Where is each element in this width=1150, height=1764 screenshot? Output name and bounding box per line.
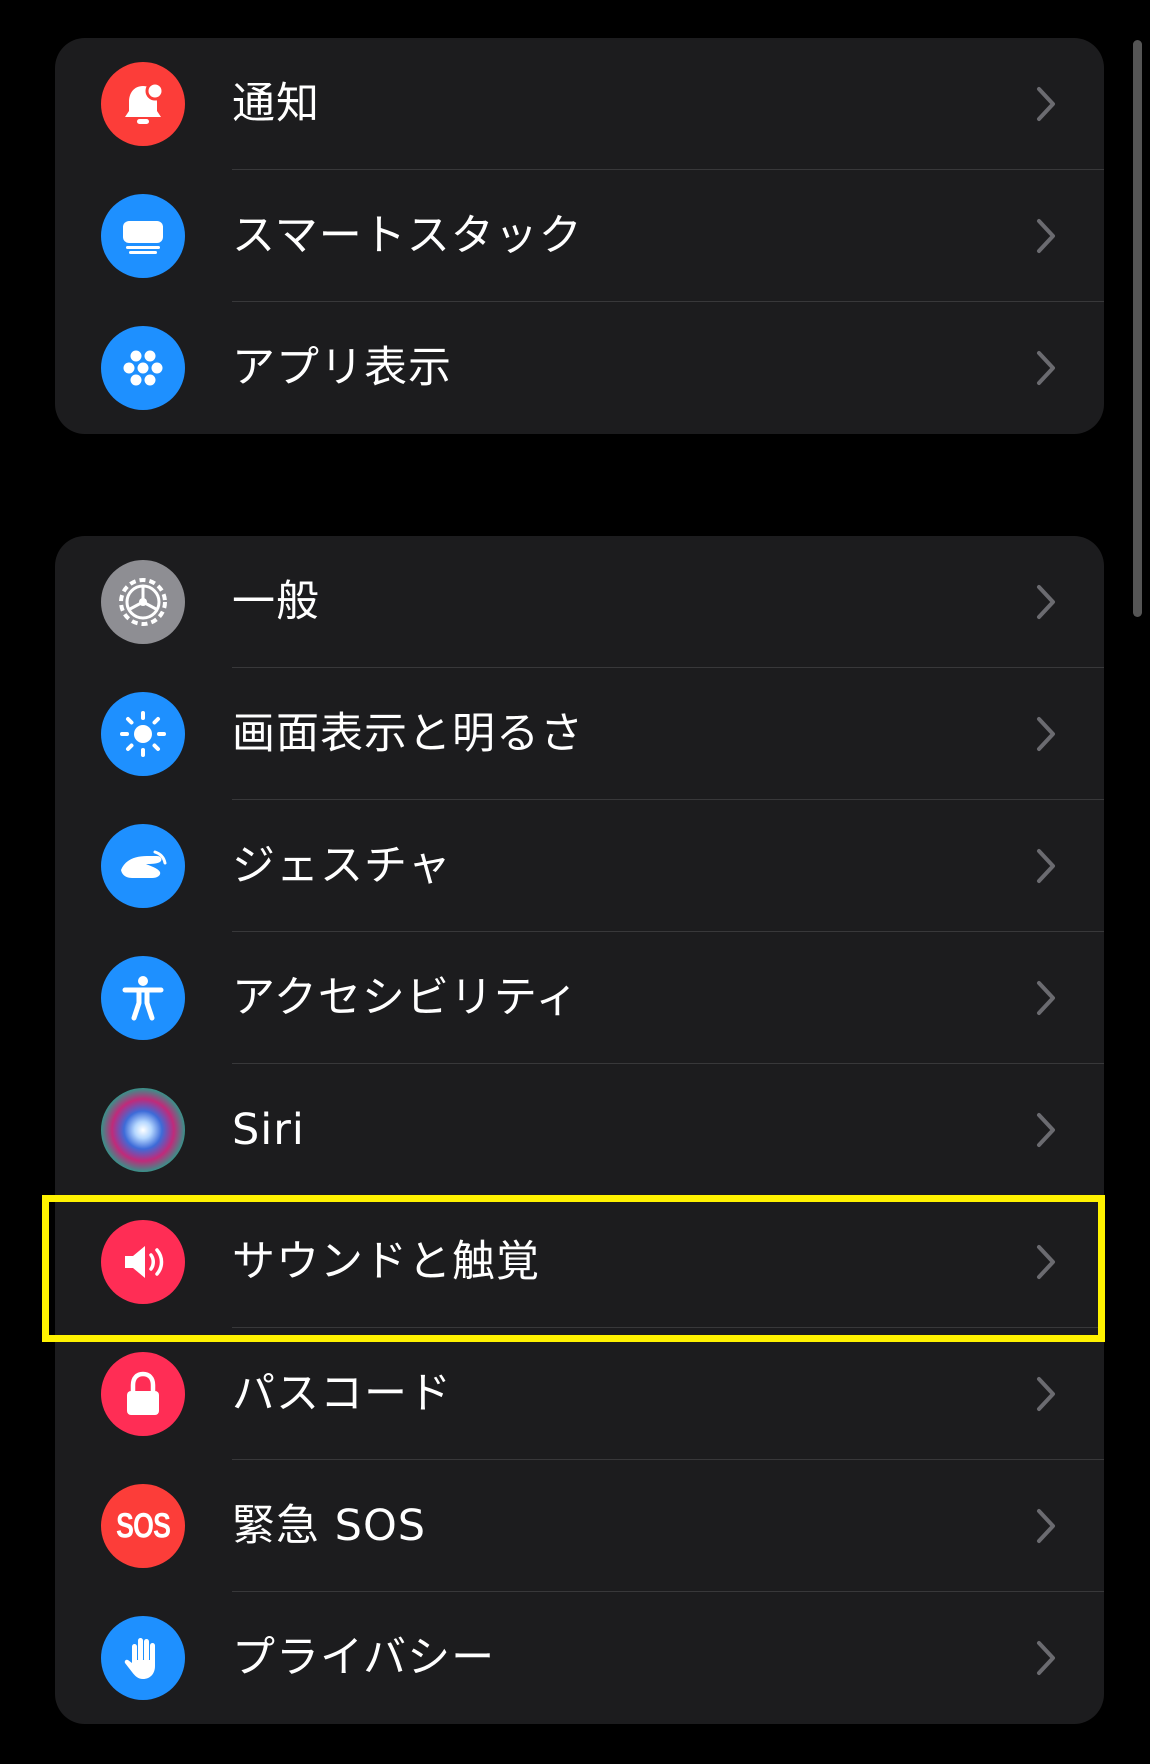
settings-row-label: アクセシビリティ: [232, 973, 580, 1023]
gear-icon: [101, 560, 185, 644]
settings-row-emergency-sos[interactable]: SOS 緊急 SOS: [55, 1460, 1104, 1592]
settings-row-label: 画面表示と明るさ: [232, 709, 584, 759]
chevron-right-icon: [1037, 1641, 1055, 1675]
gesture-hand-icon: [101, 824, 185, 908]
settings-row-siri[interactable]: Siri: [55, 1064, 1104, 1196]
chevron-right-icon: [1037, 981, 1055, 1015]
settings-row-label: Siri: [232, 1105, 305, 1155]
chevron-right-icon: [1037, 219, 1055, 253]
settings-row-label: ジェスチャ: [232, 841, 452, 891]
chevron-right-icon: [1037, 87, 1055, 121]
settings-row-privacy[interactable]: プライバシー: [55, 1592, 1104, 1724]
settings-group-main: 一般 画面表示と明るさ ジェスチャ アクセシビリティ Siri サウンドと触覚 …: [55, 536, 1104, 1724]
highlight-box: [42, 1195, 1105, 1342]
chevron-right-icon: [1037, 1113, 1055, 1147]
settings-row-gestures[interactable]: ジェスチャ: [55, 800, 1104, 932]
settings-row-display-brightness[interactable]: 画面表示と明るさ: [55, 668, 1104, 800]
chevron-right-icon: [1037, 1509, 1055, 1543]
chevron-right-icon: [1037, 849, 1055, 883]
chevron-right-icon: [1037, 585, 1055, 619]
settings-group-top: 通知 スマートスタック アプリ表示: [55, 38, 1104, 434]
settings-row-label: 一般: [232, 577, 320, 627]
brightness-sun-icon: [101, 692, 185, 776]
app-grid-icon: [101, 326, 185, 410]
settings-row-label: 通知: [232, 79, 320, 129]
sos-icon: SOS: [101, 1484, 185, 1568]
settings-row-notifications[interactable]: 通知: [55, 38, 1104, 170]
privacy-hand-icon: [101, 1616, 185, 1700]
smart-stack-icon: [101, 194, 185, 278]
settings-row-label: 緊急 SOS: [232, 1501, 427, 1551]
chevron-right-icon: [1037, 1377, 1055, 1411]
settings-row-app-view[interactable]: アプリ表示: [55, 302, 1104, 434]
settings-row-general[interactable]: 一般: [55, 536, 1104, 668]
chevron-right-icon: [1037, 351, 1055, 385]
notification-bell-icon: [101, 62, 185, 146]
settings-row-label: スマートスタック: [232, 211, 583, 261]
settings-screen: 通知 スマートスタック アプリ表示 一般 画面表示と明るさ ジェスチャ アクセシ…: [4, 0, 1146, 1764]
settings-row-accessibility[interactable]: アクセシビリティ: [55, 932, 1104, 1064]
siri-orb-icon: [101, 1088, 185, 1172]
accessibility-person-icon: [101, 956, 185, 1040]
settings-row-label: プライバシー: [232, 1633, 496, 1683]
lock-icon: [101, 1352, 185, 1436]
settings-row-label: パスコード: [232, 1369, 452, 1419]
settings-row-passcode[interactable]: パスコード: [55, 1328, 1104, 1460]
sos-icon-text: SOS: [115, 1505, 171, 1545]
settings-row-label: アプリ表示: [232, 343, 452, 393]
scrollbar[interactable]: [1133, 40, 1142, 617]
chevron-right-icon: [1037, 717, 1055, 751]
settings-row-smart-stack[interactable]: スマートスタック: [55, 170, 1104, 302]
